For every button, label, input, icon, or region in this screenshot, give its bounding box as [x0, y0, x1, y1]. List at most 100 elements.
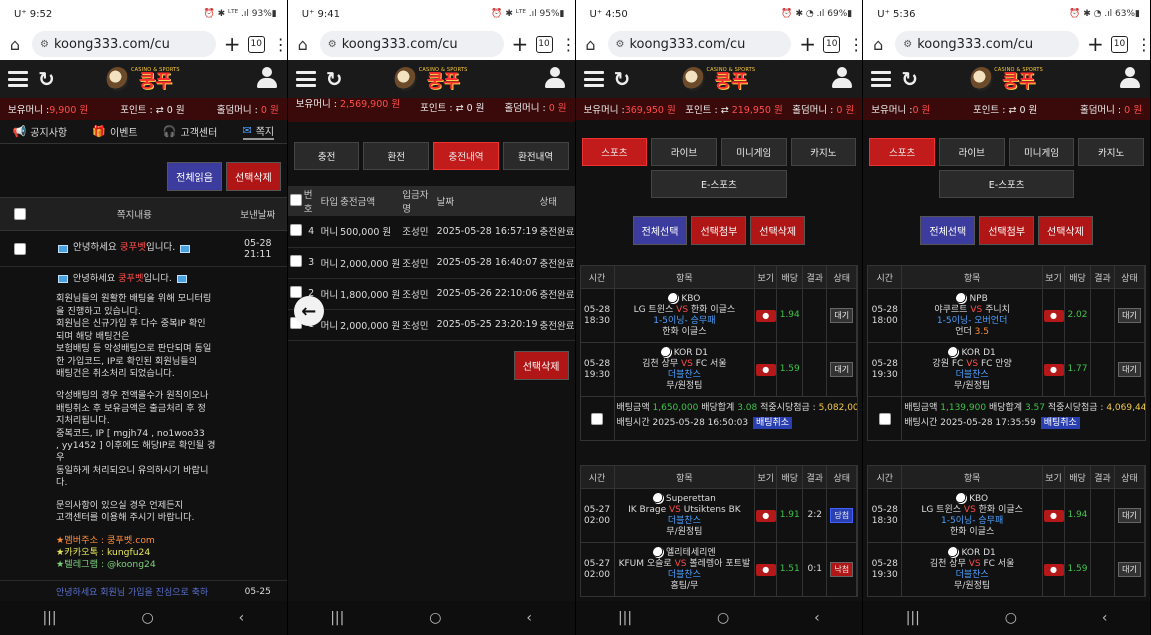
contact-value[interactable]: kungfu24	[107, 547, 150, 558]
tab-count-button[interactable]: 10	[1111, 35, 1128, 53]
site-settings-icon[interactable]: ⚙	[616, 39, 625, 50]
back-button[interactable]: ‹	[814, 610, 820, 626]
user-icon[interactable]	[832, 67, 853, 89]
back-arrow-icon[interactable]: ←	[293, 296, 324, 326]
point-exchange-icon[interactable]: ⇄	[1008, 105, 1016, 116]
hamburger-menu-icon[interactable]	[871, 71, 892, 87]
tab-game[interactable]: 카지노	[790, 138, 857, 166]
cancel-bet-button[interactable]: 배팅취소	[1040, 417, 1080, 430]
site-logo[interactable]: CASINO & SPORTS 쿵푸	[106, 67, 180, 91]
tab-game[interactable]: 미니게임	[1008, 138, 1075, 166]
site-logo[interactable]: CASINO & SPORTS 쿵푸	[394, 67, 468, 91]
attach-selected-button[interactable]: 선택첨부	[691, 216, 747, 245]
table-row[interactable]: 1 머니 2,000,000 원 조성민 2025-05-25 23:20:19…	[287, 309, 575, 341]
home-icon[interactable]: ⌂	[582, 35, 600, 54]
slip-checkbox[interactable]	[591, 412, 603, 425]
hamburger-menu-icon[interactable]	[295, 71, 316, 87]
home-button[interactable]: ○	[717, 610, 729, 626]
refresh-icon[interactable]: ↻	[614, 67, 631, 91]
home-icon[interactable]: ⌂	[869, 35, 887, 54]
cancel-bet-button[interactable]: 배팅취소	[752, 417, 793, 430]
row-checkbox[interactable]	[289, 255, 302, 267]
select-all-checkbox[interactable]	[14, 208, 26, 220]
home-icon[interactable]: ⌂	[6, 35, 24, 54]
eye-icon[interactable]: ●	[1043, 563, 1064, 576]
eye-icon[interactable]: ●	[755, 309, 776, 322]
recents-button[interactable]: |||	[42, 610, 56, 626]
recents-button[interactable]: |||	[330, 610, 344, 626]
row-checkbox[interactable]	[14, 242, 26, 255]
site-settings-icon[interactable]: ⚙	[903, 39, 912, 50]
tab-count-button[interactable]: 10	[535, 35, 553, 53]
nav-messages[interactable]: ✉ 쪽지	[242, 123, 275, 140]
tab-game[interactable]: 미니게임	[720, 138, 787, 166]
new-tab-icon[interactable]: +	[224, 32, 241, 56]
refresh-icon[interactable]: ↻	[901, 67, 918, 91]
delete-selected-button[interactable]: 선택삭제	[1038, 216, 1093, 245]
home-button[interactable]: ○	[1005, 610, 1017, 626]
select-all-button[interactable]: 전체선택	[920, 216, 976, 245]
eye-icon[interactable]: ●	[755, 509, 776, 522]
tab-exchange[interactable]: 환전	[363, 142, 430, 170]
hamburger-menu-icon[interactable]	[8, 71, 28, 87]
eye-icon[interactable]: ●	[755, 563, 776, 576]
row-checkbox[interactable]	[289, 286, 302, 298]
tab-game[interactable]: E-스포츠	[938, 170, 1075, 198]
eye-icon[interactable]: ●	[755, 363, 776, 376]
home-icon[interactable]: ⌂	[294, 35, 312, 54]
more-menu-icon[interactable]: ⋮	[273, 35, 287, 54]
tab-charge[interactable]: 충전	[293, 142, 360, 170]
nav-event[interactable]: 🎁 이벤트	[92, 124, 137, 139]
home-button[interactable]: ○	[142, 610, 154, 626]
tab-game[interactable]: 라이브	[651, 138, 717, 166]
more-menu-icon[interactable]: ⋮	[561, 35, 575, 54]
recents-button[interactable]: |||	[618, 610, 632, 626]
read-all-button[interactable]: 전체읽음	[167, 162, 222, 191]
tab-count-button[interactable]: 10	[823, 35, 841, 53]
user-icon[interactable]	[544, 67, 565, 89]
address-bar[interactable]: ⚙ koong333.com/cu	[32, 31, 216, 57]
tab-exchange-history[interactable]: 환전내역	[502, 142, 569, 170]
back-button[interactable]: ‹	[1102, 610, 1108, 626]
nav-notice[interactable]: 📢 공지사항	[13, 124, 68, 139]
tab-count-button[interactable]: 10	[247, 35, 265, 53]
new-tab-icon[interactable]: +	[512, 32, 529, 56]
home-button[interactable]: ○	[429, 610, 441, 626]
tab-game[interactable]: 라이브	[938, 138, 1005, 166]
nav-support[interactable]: 🎧 고객센터	[163, 124, 218, 139]
refresh-icon[interactable]: ↻	[326, 67, 343, 91]
site-logo[interactable]: CASINO & SPORTS 쿵푸	[682, 67, 755, 91]
table-row[interactable]: 2 머니 1,800,000 원 조성민 2025-05-26 22:10:06…	[287, 278, 575, 310]
back-button[interactable]: ‹	[239, 610, 245, 626]
table-row[interactable]: 3 머니 2,000,000 원 조성민 2025-05-28 16:40:07…	[287, 247, 575, 279]
delete-selected-button[interactable]: 선택삭제	[750, 216, 806, 245]
recents-button[interactable]: |||	[906, 610, 920, 626]
tab-charge-history[interactable]: 충전내역	[433, 142, 499, 170]
more-menu-icon[interactable]: ⋮	[848, 35, 862, 54]
site-settings-icon[interactable]: ⚙	[40, 39, 49, 50]
site-settings-icon[interactable]: ⚙	[328, 39, 337, 50]
message-row[interactable]: 안녕하세요 쿵푸벳 입니다. 05-28 21:11	[0, 231, 287, 267]
tab-game[interactable]: 카지노	[1078, 138, 1144, 166]
tab-game[interactable]: 스포츠	[869, 138, 935, 166]
table-row[interactable]: 4 머니 500,000 원 조성민 2025-05-28 16:57:19 충…	[287, 216, 575, 248]
new-tab-icon[interactable]: +	[1087, 32, 1104, 56]
eye-icon[interactable]: ●	[1043, 309, 1064, 322]
hamburger-menu-icon[interactable]	[583, 71, 604, 87]
more-menu-icon[interactable]: ⋮	[1136, 35, 1150, 54]
new-tab-icon[interactable]: +	[799, 32, 816, 56]
delete-selected-button[interactable]: 선택삭제	[513, 350, 569, 380]
user-icon[interactable]	[256, 67, 277, 89]
user-icon[interactable]	[1120, 67, 1140, 89]
tab-game[interactable]: 스포츠	[581, 138, 648, 166]
back-button[interactable]: ‹	[526, 610, 532, 626]
tab-game[interactable]: E-스포츠	[651, 170, 787, 198]
address-bar[interactable]: ⚙ koong333.com/cu	[607, 31, 792, 57]
contact-value[interactable]: @koong24	[107, 559, 156, 570]
slip-checkbox[interactable]	[878, 412, 891, 425]
delete-selected-button[interactable]: 선택삭제	[225, 162, 281, 191]
contact-value[interactable]: 쿵푸벳.com	[107, 535, 155, 546]
site-logo[interactable]: CASINO & SPORTS 쿵푸	[970, 67, 1043, 91]
refresh-icon[interactable]: ↻	[38, 67, 55, 91]
row-checkbox[interactable]	[289, 223, 302, 236]
